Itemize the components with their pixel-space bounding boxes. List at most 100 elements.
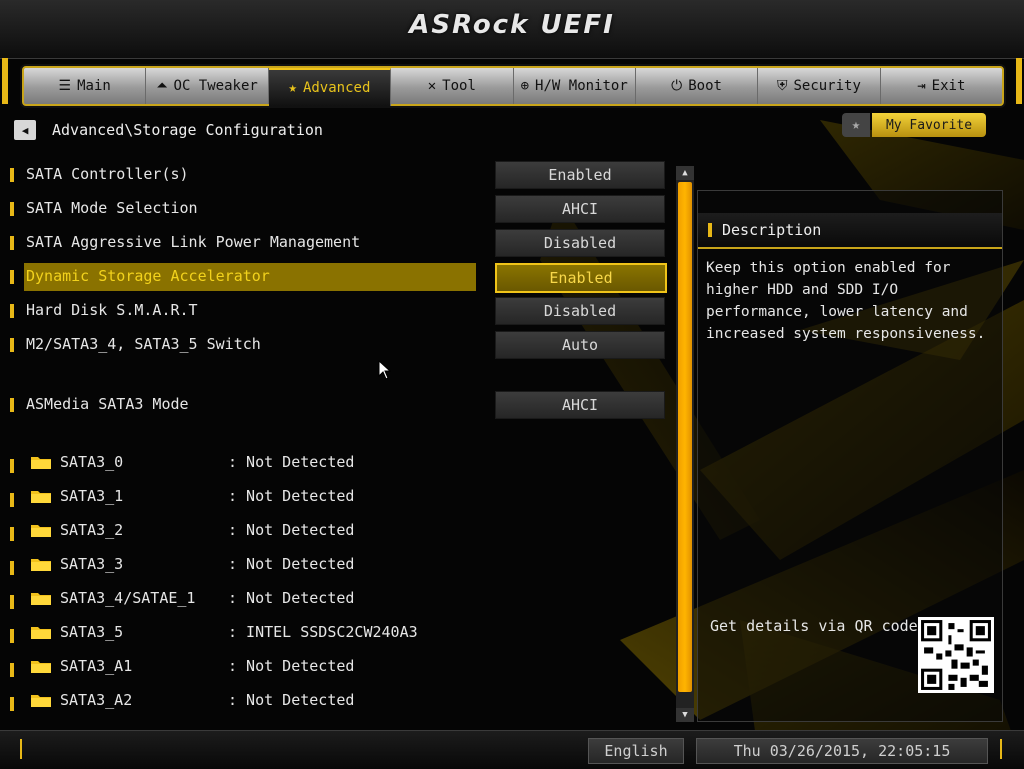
row-marker xyxy=(10,561,14,575)
description-panel: Description Keep this option enabled for… xyxy=(697,190,1003,722)
star-icon: ★ xyxy=(288,80,297,96)
shield-icon: ⛨ xyxy=(776,78,788,94)
tab-exit[interactable]: ⇥ Exit xyxy=(881,68,1002,104)
folder-icon xyxy=(31,661,51,673)
scroll-up-arrow-icon[interactable]: ▲ xyxy=(676,166,694,180)
setting-value-button[interactable]: Disabled xyxy=(495,297,665,325)
settings-scrollbar[interactable]: ▲ ▼ xyxy=(676,166,694,722)
tab-security[interactable]: ⛨ Security xyxy=(758,68,881,104)
row-marker xyxy=(10,663,14,677)
main-tab-bar: ☰ Main ⏶ OC Tweaker ★ Advanced ✕ Tool ⊕ … xyxy=(22,66,1004,106)
description-text: Keep this option enabled for higher HDD … xyxy=(706,260,986,342)
storage-port-row[interactable]: SATA3_A2 : Not Detected xyxy=(10,688,480,714)
setting-label: ASMedia SATA3 Mode xyxy=(26,395,189,413)
scroll-thumb[interactable] xyxy=(678,182,692,692)
row-marker xyxy=(10,459,14,473)
setting-value-button[interactable]: AHCI xyxy=(495,391,665,419)
port-status: : Not Detected xyxy=(228,453,355,471)
tab-label: Tool xyxy=(442,78,476,94)
list-icon: ☰ xyxy=(58,78,72,94)
port-name: SATA3_3 xyxy=(60,555,124,573)
port-name: SATA3_4/SATAE_1 xyxy=(60,589,196,607)
setting-row-dynamic-storage-accelerator[interactable]: Dynamic Storage Accelerator Enabled xyxy=(10,263,667,293)
setting-value-button[interactable]: Enabled xyxy=(495,263,667,293)
qr-code-icon[interactable] xyxy=(918,617,994,693)
datetime-display: Thu 03/26/2015, 22:05:15 xyxy=(696,738,988,764)
tab-label: Boot xyxy=(688,78,722,94)
tab-label: H/W Monitor xyxy=(535,78,628,94)
breadcrumb: Advanced\Storage Configuration xyxy=(52,121,323,139)
language-button[interactable]: English xyxy=(588,738,684,764)
storage-port-row[interactable]: SATA3_3 : Not Detected xyxy=(10,552,480,578)
back-button[interactable]: ◀ xyxy=(14,120,36,140)
tab-label: Exit xyxy=(931,78,966,94)
setting-value-button[interactable]: Disabled xyxy=(495,229,665,257)
storage-port-row[interactable]: SATA3_2 : Not Detected xyxy=(10,518,480,544)
storage-port-row[interactable]: SATA3_A1 : Not Detected xyxy=(10,654,480,680)
row-marker xyxy=(10,629,14,643)
storage-port-row[interactable]: SATA3_4/SATAE_1 : Not Detected xyxy=(10,586,480,612)
footer-accent xyxy=(1000,739,1002,759)
setting-value-button[interactable]: Enabled xyxy=(495,161,665,189)
port-name: SATA3_1 xyxy=(60,487,124,505)
setting-row-sata-alpm[interactable]: SATA Aggressive Link Power Management Di… xyxy=(10,229,666,257)
setting-row-sata-mode[interactable]: SATA Mode Selection AHCI xyxy=(10,195,666,223)
storage-port-row[interactable]: SATA3_1 : Not Detected xyxy=(10,484,480,510)
setting-label: Dynamic Storage Accelerator xyxy=(26,267,270,285)
row-marker xyxy=(10,697,14,711)
row-marker xyxy=(10,595,14,609)
setting-row-m2-switch[interactable]: M2/SATA3_4, SATA3_5 Switch Auto xyxy=(10,331,666,359)
footer-accent xyxy=(20,739,22,759)
globe-icon: ⊕ xyxy=(520,78,530,94)
folder-icon xyxy=(31,525,51,537)
exit-icon: ⇥ xyxy=(917,78,926,94)
tabbar-left-accent xyxy=(2,58,8,104)
row-marker xyxy=(10,304,14,318)
folder-icon xyxy=(31,593,51,605)
description-title: Description xyxy=(722,221,822,239)
port-name: SATA3_5 xyxy=(60,623,124,641)
setting-value-button[interactable]: Auto xyxy=(495,331,665,359)
port-status: : Not Detected xyxy=(228,691,355,709)
storage-port-row[interactable]: SATA3_0 : Not Detected xyxy=(10,450,480,476)
favorite-star-icon[interactable]: ★ xyxy=(842,113,870,137)
tab-boot[interactable]: ⏻ Boot xyxy=(636,68,759,104)
tab-label: Advanced xyxy=(302,80,371,96)
qr-code-label: Get details via QR code xyxy=(710,617,918,635)
setting-row-asmedia-mode[interactable]: ASMedia SATA3 Mode AHCI xyxy=(10,391,666,419)
row-marker xyxy=(708,223,712,237)
row-marker xyxy=(10,398,14,412)
mouse-cursor-icon xyxy=(378,360,392,380)
port-name: SATA3_A1 xyxy=(60,657,133,675)
back-arrow-icon: ◀ xyxy=(21,123,29,137)
tab-hw-monitor[interactable]: ⊕ H/W Monitor xyxy=(514,68,636,104)
folder-icon xyxy=(31,627,51,639)
storage-port-row[interactable]: SATA3_5 : INTEL SSDSC2CW240A3 xyxy=(10,620,480,646)
my-favorite-button[interactable]: My Favorite xyxy=(872,113,986,137)
setting-row-smart[interactable]: Hard Disk S.M.A.R.T Disabled xyxy=(10,297,666,325)
folder-icon xyxy=(31,491,51,503)
folder-icon xyxy=(31,457,51,469)
setting-label: SATA Aggressive Link Power Management xyxy=(26,233,361,251)
tab-main[interactable]: ☰ Main xyxy=(24,68,147,104)
setting-label: SATA Mode Selection xyxy=(26,199,198,217)
row-marker xyxy=(10,202,14,216)
scroll-down-arrow-icon[interactable]: ▼ xyxy=(676,708,694,722)
tab-oc-tweaker[interactable]: ⏶ OC Tweaker xyxy=(146,68,269,104)
setting-value-button[interactable]: AHCI xyxy=(495,195,665,223)
tab-advanced[interactable]: ★ Advanced xyxy=(268,68,392,106)
setting-row-sata-controllers[interactable]: SATA Controller(s) Enabled xyxy=(10,161,666,189)
port-status: : Not Detected xyxy=(228,589,355,607)
folder-icon xyxy=(31,559,51,571)
setting-label: Hard Disk S.M.A.R.T xyxy=(26,301,198,319)
tab-label: OC Tweaker xyxy=(173,78,258,94)
folder-icon xyxy=(31,695,51,707)
setting-label: SATA Controller(s) xyxy=(26,165,189,183)
port-status: : Not Detected xyxy=(228,555,355,573)
port-name: SATA3_A2 xyxy=(60,691,133,709)
row-marker xyxy=(10,527,14,541)
tab-tool[interactable]: ✕ Tool xyxy=(391,68,514,104)
port-status: : Not Detected xyxy=(228,487,355,505)
row-marker xyxy=(10,168,14,182)
footer-bar: English Thu 03/26/2015, 22:05:15 xyxy=(0,730,1024,769)
